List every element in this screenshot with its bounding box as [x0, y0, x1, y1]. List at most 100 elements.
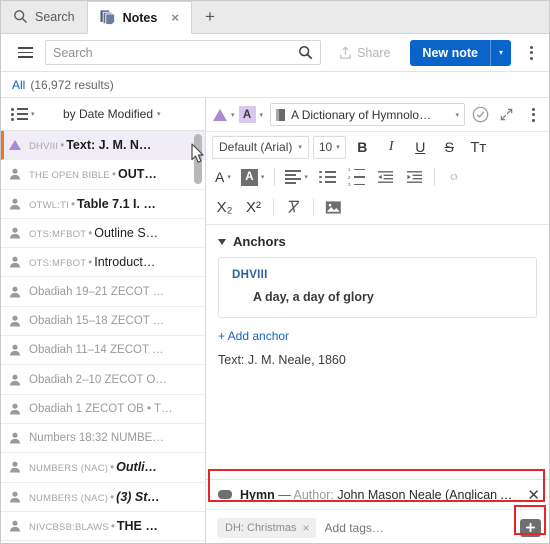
scrollbar-thumb[interactable] — [194, 134, 202, 184]
new-note-group: New note ▾ — [410, 39, 511, 66]
chevron-down-icon[interactable]: ▾ — [231, 111, 235, 119]
chevron-down-icon: ▾ — [455, 111, 459, 119]
outdent-button[interactable] — [373, 165, 398, 189]
close-x-icon[interactable]: ✕ — [527, 486, 540, 504]
tag-chip[interactable]: DH: Christmas × — [217, 517, 316, 538]
insert-image-button[interactable] — [321, 195, 346, 219]
chevron-down-icon: ▾ — [304, 174, 308, 181]
person-icon — [7, 519, 22, 534]
app-window: Search Notes × + Search Share New note ▾… — [0, 0, 550, 544]
notes-list[interactable]: DHVIII • Text: J. M. N… THE OPEN BIBLE • OUT… — [1, 131, 205, 543]
anchors-toggle[interactable]: Anchors — [218, 234, 537, 249]
numbered-list-button[interactable]: 123 — [344, 165, 369, 189]
list-item[interactable]: Obadiah 1 ZECOT OB • T… — [1, 395, 205, 424]
clear-formatting-button[interactable] — [281, 195, 306, 219]
anchor-card[interactable]: DHVIII A day, a day of glory — [218, 257, 537, 318]
filter-all-link[interactable]: All — [12, 78, 25, 92]
hymn-field-row[interactable]: Hymn — Author: John Mason Neale (Anglica… — [206, 479, 549, 509]
share-button[interactable]: Share — [329, 41, 400, 65]
indent-icon — [406, 170, 423, 184]
font-family-label: Default (Arial) — [219, 140, 293, 154]
person-icon — [7, 431, 22, 446]
highlight-color-button[interactable]: A ▾ — [238, 167, 268, 188]
list-item[interactable]: THE OPEN BIBLE • OUT… — [1, 160, 205, 190]
sort-dropdown[interactable]: by Date Modified ▾ — [35, 107, 195, 121]
indent-button[interactable] — [402, 165, 427, 189]
new-tab-button[interactable]: + — [192, 1, 228, 33]
person-icon — [7, 255, 22, 270]
bold-button[interactable]: B — [350, 135, 375, 159]
anchor-reference: A day, a day of glory — [253, 290, 374, 304]
close-icon[interactable]: × — [171, 11, 179, 24]
list-item[interactable]: OTS:MFBOT • Outline S… — [1, 219, 205, 249]
list-item[interactable]: Obadiah 15–18 ZECOT … — [1, 307, 205, 337]
toolbar-divider — [274, 168, 276, 186]
list-item[interactable]: DHVIII • Text: J. M. N… — [1, 131, 205, 161]
tab-search[interactable]: Search — [1, 1, 87, 33]
book-selector[interactable]: A Dictionary of Hymnolo… ▾ — [270, 103, 465, 126]
kebab-menu-icon[interactable] — [521, 41, 541, 65]
subscript-button[interactable]: X₂ — [212, 195, 237, 219]
toolbar-divider — [313, 198, 314, 216]
person-icon — [7, 489, 22, 504]
align-button[interactable]: ▾ — [282, 168, 311, 186]
list-item[interactable]: OTS:MFBOT • Introduct… — [1, 248, 205, 278]
list-view-icon[interactable]: ▾ — [11, 107, 35, 121]
notes-list-pane: ▾ by Date Modified ▾ DHVIII • Text: J. M. … — [1, 98, 206, 543]
clear-formatting-icon — [286, 199, 302, 215]
results-bar: All (16,972 results) — [1, 72, 549, 98]
list-item-label: DHVIII • Text: J. M. N… — [29, 138, 152, 153]
chevron-down-icon: ▾ — [498, 48, 503, 57]
close-icon[interactable]: × — [303, 521, 310, 535]
italic-button[interactable]: I — [379, 135, 404, 159]
check-circle-icon[interactable] — [469, 104, 491, 126]
link-icon — [446, 170, 462, 184]
kebab-menu-icon[interactable] — [523, 103, 543, 127]
tab-notes-label: Notes — [122, 10, 158, 25]
list-item[interactable]: OTWL:TI • Table 7.1 I. … — [1, 190, 205, 219]
format-toolbar-row-1: Default (Arial) ▾ 10 ▾ B I U S Tᴛ — [206, 132, 549, 162]
link-button[interactable] — [442, 165, 467, 189]
search-input[interactable] — [53, 45, 299, 60]
list-item[interactable]: NUMBERS (NAC) • (3) St… — [1, 483, 205, 512]
list-scrollbar[interactable] — [194, 131, 204, 543]
underline-button[interactable]: U — [408, 135, 433, 159]
chevron-down-icon[interactable]: ▾ — [260, 111, 264, 119]
list-item-label: OTS:MFBOT • Introduct… — [29, 255, 156, 270]
book-name-label: A Dictionary of Hymnolo… — [291, 107, 432, 122]
note-body-text[interactable]: Text: J. M. Neale, 1860 — [206, 343, 549, 479]
text-color-a-icon[interactable]: A — [238, 106, 256, 123]
list-item[interactable]: Obadiah 19–21 ZECOT … — [1, 277, 205, 307]
bullet-list-button[interactable] — [315, 165, 340, 189]
strikethrough-button[interactable]: S — [437, 135, 462, 159]
font-size-dropdown[interactable]: 10 ▾ — [312, 135, 346, 159]
new-note-dropdown-button[interactable]: ▾ — [489, 39, 511, 66]
person-icon — [7, 167, 22, 182]
superscript-button[interactable]: X² — [241, 195, 266, 219]
text-style-button[interactable]: Tᴛ — [466, 135, 491, 159]
sort-label: by Date Modified — [62, 107, 154, 121]
search-icon[interactable] — [298, 45, 313, 60]
list-item[interactable]: NIVCBSB:BLAWS • THE … — [1, 512, 205, 542]
notes-stack-icon — [100, 10, 116, 25]
font-family-dropdown[interactable]: Default (Arial) ▾ — [212, 135, 309, 159]
font-size-label: 10 — [318, 140, 333, 154]
list-item-label: NUMBERS (NAC) • Outli… — [29, 460, 158, 475]
search-input-wrapper[interactable] — [45, 40, 322, 65]
list-item[interactable]: Obadiah 2–10 ZECOT O… — [1, 365, 205, 395]
list-item-label: OTS:MFBOT • Outline S… — [29, 226, 159, 241]
purple-triangle-icon[interactable] — [213, 108, 227, 121]
list-item[interactable]: Obadiah 11–14 ZECOT … — [1, 336, 205, 366]
person-icon — [7, 284, 22, 299]
add-anchor-link[interactable]: + Add anchor — [218, 329, 537, 343]
list-item[interactable]: NUMBERS (NAC) • Outli… — [1, 453, 205, 483]
list-item[interactable]: Numbers 18:32 NUMBE… — [1, 424, 205, 454]
hamburger-icon[interactable] — [13, 41, 37, 65]
list-item-label: NIVCBSB:BLAWS • THE … — [29, 519, 158, 533]
new-note-button[interactable]: New note — [410, 39, 490, 66]
add-tags-input[interactable] — [324, 520, 511, 535]
expand-diagonal-icon[interactable] — [495, 104, 517, 126]
add-plus-button-icon[interactable] — [520, 518, 541, 537]
font-color-button[interactable]: A ▾ — [212, 167, 234, 187]
tab-notes[interactable]: Notes × — [86, 1, 192, 34]
